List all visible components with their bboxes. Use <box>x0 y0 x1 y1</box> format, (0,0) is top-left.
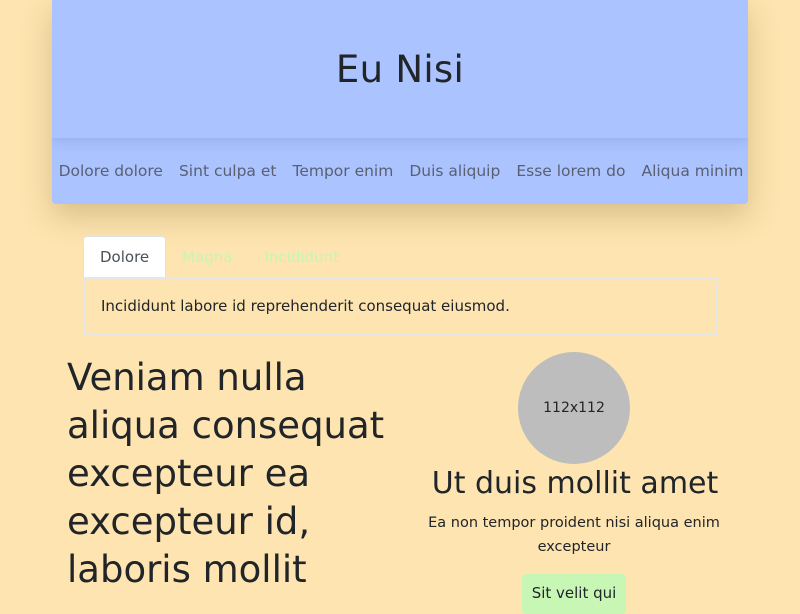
tab-panel: Incididunt labore id reprehenderit conse… <box>83 277 718 335</box>
site-title: Eu Nisi <box>335 47 465 91</box>
header-banner: Eu Nisi <box>52 0 748 138</box>
tab-panel-text: Incididunt labore id reprehenderit conse… <box>101 297 510 315</box>
tab-magna[interactable]: Magna <box>166 236 248 278</box>
avatar-placeholder-label: 112x112 <box>543 400 605 416</box>
tab-dolore[interactable]: Dolore <box>83 236 167 278</box>
nav-link-aliqua-minim[interactable]: Aliqua minim <box>633 162 748 180</box>
avatar-placeholder: 112x112 <box>518 352 630 464</box>
nav-link-sint-culpa-et[interactable]: Sint culpa et <box>171 162 285 180</box>
site-header: Eu Nisi Dolore dolore Sint culpa et Temp… <box>52 0 748 204</box>
tab-list: Dolore Magna Incididunt <box>83 236 355 278</box>
nav-link-dolore-dolore[interactable]: Dolore dolore <box>52 162 171 180</box>
card-action-button[interactable]: Sit velit qui <box>522 574 626 614</box>
card-title: Ut duis mollit amet <box>431 466 719 501</box>
card-text: Ea non tempor proident nisi aliqua enim … <box>428 515 720 555</box>
nav-link-esse-lorem-do[interactable]: Esse lorem do <box>508 162 633 180</box>
main-nav: Dolore dolore Sint culpa et Tempor enim … <box>52 138 748 204</box>
tab-incididunt[interactable]: Incididunt <box>249 236 355 278</box>
hero-headline: Veniam nulla aliqua consequat excepteur … <box>67 356 385 591</box>
nav-link-tempor-enim[interactable]: Tempor enim <box>284 162 401 180</box>
nav-link-duis-aliquip[interactable]: Duis aliquip <box>401 162 508 180</box>
